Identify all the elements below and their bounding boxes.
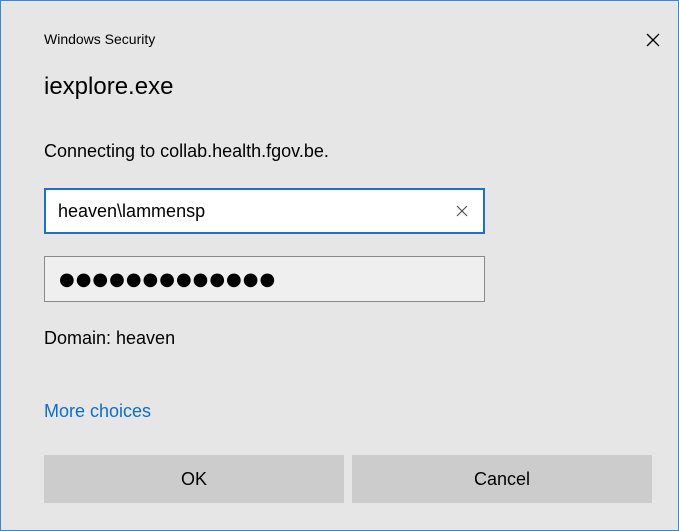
- domain-label: Domain: heaven: [44, 328, 176, 348]
- cancel-button[interactable]: Cancel: [352, 455, 652, 503]
- app-title: iexplore.exe: [44, 73, 174, 100]
- username-field[interactable]: [44, 188, 485, 234]
- password-masked-value: ●●●●●●●●●●●●●: [59, 268, 277, 290]
- ok-button[interactable]: OK: [44, 455, 344, 503]
- dialog-title-bar: Windows Security: [1, 1, 678, 53]
- windows-security-dialog: Windows Security iexplore.exe Connecting…: [0, 0, 679, 531]
- close-icon: [646, 33, 660, 47]
- more-choices-link[interactable]: More choices: [44, 401, 151, 422]
- username-input[interactable]: [46, 190, 441, 232]
- close-button[interactable]: [636, 23, 670, 57]
- dialog-caption: Windows Security: [44, 31, 156, 47]
- clear-username-button[interactable]: [447, 197, 477, 225]
- password-field[interactable]: ●●●●●●●●●●●●●: [44, 256, 485, 302]
- clear-icon: [456, 205, 468, 217]
- connection-message: Connecting to collab.health.fgov.be.: [44, 141, 329, 161]
